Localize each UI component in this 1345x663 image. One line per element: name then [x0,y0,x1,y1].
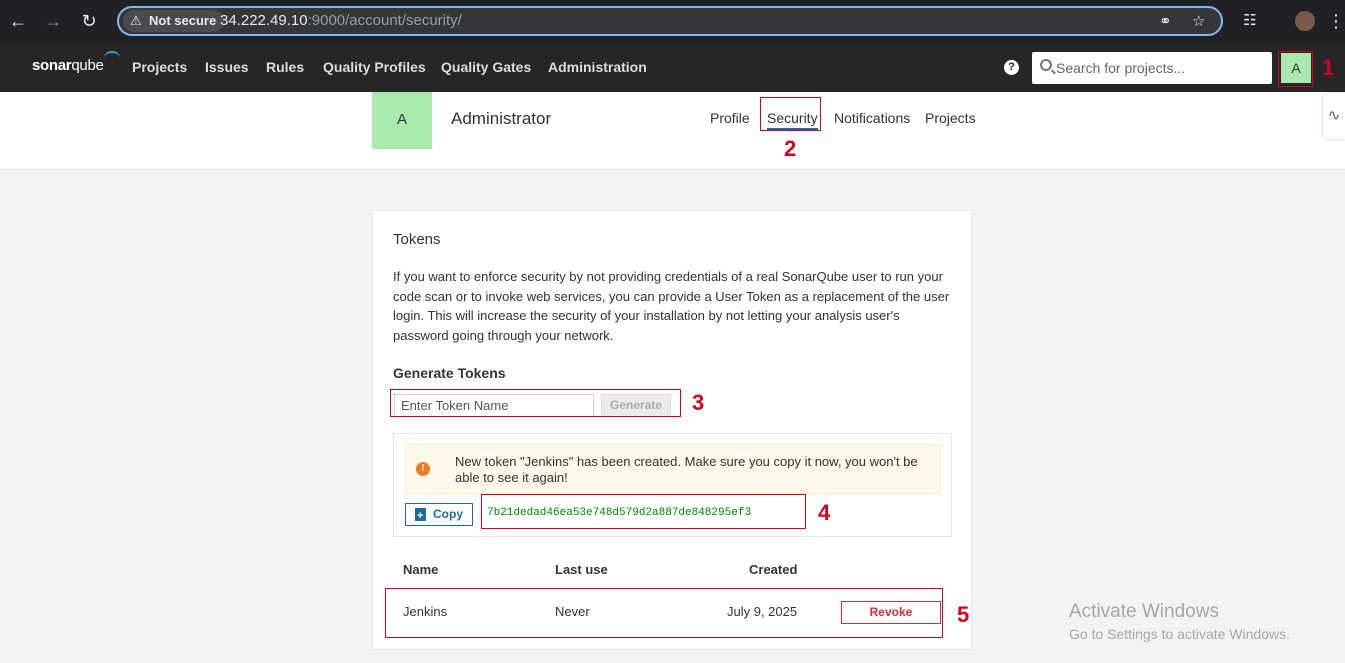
reload-icon[interactable]: ↻ [78,10,100,32]
project-search[interactable] [1032,52,1272,84]
browser-toolbar: ← → ↻ ⚠ Not secure 34.222.49.10:9000/acc… [0,0,1345,43]
nav-quality-gates[interactable]: Quality Gates [441,59,531,75]
annotation-number-4: 4 [818,500,831,525]
nav-rules[interactable]: Rules [266,59,304,75]
annotation-box-1 [1278,51,1313,87]
watermark-subtitle: Go to Settings to activate Windows. [1069,626,1290,642]
new-token-message: New token "Jenkins" has been created. Ma… [455,454,918,485]
clipboard-icon [415,506,426,527]
tokens-title: Tokens [393,231,441,248]
bookmark-star-icon[interactable]: ☆ [1192,12,1205,30]
copy-label: Copy [433,507,463,521]
tokens-description: If you want to enforce security by not p… [393,269,950,344]
search-input[interactable] [1056,52,1266,84]
generate-tokens-heading: Generate Tokens [393,365,506,381]
browser-menu-icon[interactable]: ⋮ [1325,10,1345,32]
nav-quality-profiles[interactable]: Quality Profiles [323,59,426,75]
sonarqube-navbar: sonarqube Projects Issues Rules Quality … [0,43,1345,92]
key-icon[interactable]: ⚭ [1159,12,1172,30]
warning-triangle-icon: ⚠ [130,13,142,28]
column-header-name: Name [403,562,439,577]
tokens-panel: Tokens If you want to enforce security b… [372,210,972,650]
security-indicator[interactable]: ⚠ Not secure [123,10,225,32]
watermark-title: Activate Windows [1069,601,1219,622]
annotation-box-4 [481,494,806,529]
nav-administration[interactable]: Administration [548,59,647,75]
exclamation-icon: ! [416,462,430,476]
annotation-box-3 [390,389,681,417]
tab-notifications[interactable]: Notifications [834,110,910,126]
activate-windows-watermark: Activate Windows Go to Settings to activ… [1069,601,1290,642]
copy-button[interactable]: Copy [405,503,473,527]
annotation-box-2 [760,97,821,131]
account-header: A Administrator Profile Security Notific… [0,92,1345,170]
side-panel-handle-icon[interactable]: ∿ [1323,93,1345,139]
annotation-number-3: 3 [692,390,705,415]
help-icon[interactable]: ? [1004,60,1019,75]
address-bar[interactable]: ⚠ Not secure 34.222.49.10:9000/account/s… [117,6,1223,36]
nav-issues[interactable]: Issues [205,59,249,75]
annotation-number-5: 5 [957,602,970,627]
url-path: :9000/account/security/ [307,12,462,29]
url-host: 34.222.49.10 [220,12,308,29]
annotation-number-1: 1 [1322,55,1335,80]
account-avatar: A [372,92,432,149]
column-header-created: Created [749,562,798,577]
new-token-alert: ! New token "Jenkins" has been created. … [405,444,941,494]
tab-profile[interactable]: Profile [710,110,750,126]
sonarqube-logo[interactable]: sonarqube [32,51,120,74]
browser-profile-avatar[interactable] [1295,11,1315,31]
logo-arc-icon [103,51,120,65]
security-label: Not secure [149,13,217,28]
extensions-icon[interactable]: ☷ [1239,10,1261,32]
annotation-box-5 [385,588,943,638]
forward-arrow-icon[interactable]: → [42,10,64,32]
back-arrow-icon[interactable]: ← [7,10,29,32]
url-text[interactable]: 34.222.49.10:9000/account/security/ [220,12,462,29]
annotation-number-2: 2 [784,136,797,161]
search-icon [1040,59,1052,71]
logo-text-qube: qube [71,57,104,74]
nav-projects[interactable]: Projects [132,59,187,75]
column-header-last-use: Last use [555,562,608,577]
account-name: Administrator [451,109,552,128]
logo-text-sonar: sonar [32,57,72,74]
tab-projects[interactable]: Projects [925,110,976,126]
